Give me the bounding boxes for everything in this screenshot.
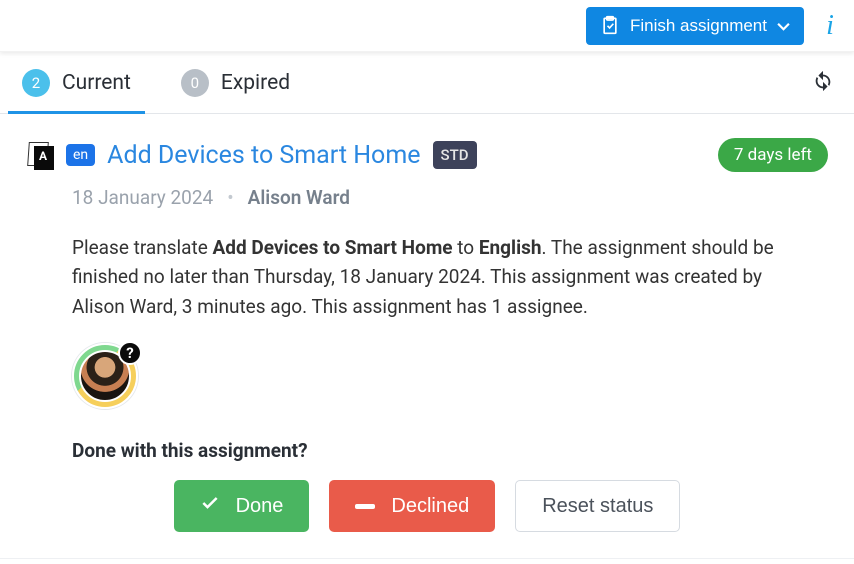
- finish-assignment-button[interactable]: Finish assignment: [586, 7, 804, 45]
- card-date: 18 January 2024: [72, 186, 213, 209]
- std-badge: STD: [433, 141, 477, 169]
- info-icon[interactable]: i: [820, 10, 840, 42]
- done-label: Done: [236, 495, 284, 518]
- card-header: A en Add Devices to Smart Home STD 7 day…: [26, 138, 828, 172]
- tab-expired-label: Expired: [221, 71, 290, 95]
- assignment-card: A en Add Devices to Smart Home STD 7 day…: [0, 114, 854, 559]
- project-icon: A: [26, 140, 54, 170]
- tab-current-count: 2: [22, 69, 50, 97]
- card-actions: Done Declined Reset status: [26, 480, 828, 532]
- tabs-bar: 2 Current 0 Expired: [0, 52, 854, 114]
- check-icon: [200, 493, 220, 519]
- tab-current[interactable]: 2 Current: [22, 52, 131, 113]
- desc-title: Add Devices to Smart Home: [213, 236, 453, 259]
- tab-expired[interactable]: 0 Expired: [181, 52, 290, 113]
- desc-mid: to: [453, 236, 479, 259]
- desc-lang: English: [479, 236, 542, 259]
- tab-current-label: Current: [62, 71, 131, 95]
- declined-button[interactable]: Declined: [329, 480, 495, 532]
- assignment-title-link[interactable]: Add Devices to Smart Home: [107, 141, 420, 170]
- language-badge: en: [66, 144, 95, 166]
- clipboard-check-icon: [600, 15, 620, 37]
- tab-expired-count: 0: [181, 69, 209, 97]
- card-subline: 18 January 2024 • Alison Ward: [72, 186, 828, 209]
- avatar-status-icon: ?: [118, 341, 142, 365]
- assignee-avatar[interactable]: ?: [72, 343, 140, 411]
- refresh-icon[interactable]: [812, 70, 834, 96]
- reset-status-button[interactable]: Reset status: [515, 480, 680, 532]
- minus-icon: [355, 504, 375, 509]
- days-left-badge: 7 days left: [718, 138, 828, 172]
- card-description: Please translate Add Devices to Smart Ho…: [72, 233, 828, 321]
- done-button[interactable]: Done: [174, 480, 310, 532]
- finish-label: Finish assignment: [630, 16, 767, 36]
- reset-label: Reset status: [542, 495, 653, 518]
- card-author: Alison Ward: [248, 186, 350, 209]
- chevron-down-icon: [777, 16, 790, 36]
- done-question: Done with this assignment?: [72, 439, 828, 462]
- top-bar: Finish assignment i: [0, 0, 854, 52]
- desc-prefix: Please translate: [72, 236, 213, 259]
- declined-label: Declined: [391, 495, 469, 518]
- separator-dot: •: [227, 186, 233, 209]
